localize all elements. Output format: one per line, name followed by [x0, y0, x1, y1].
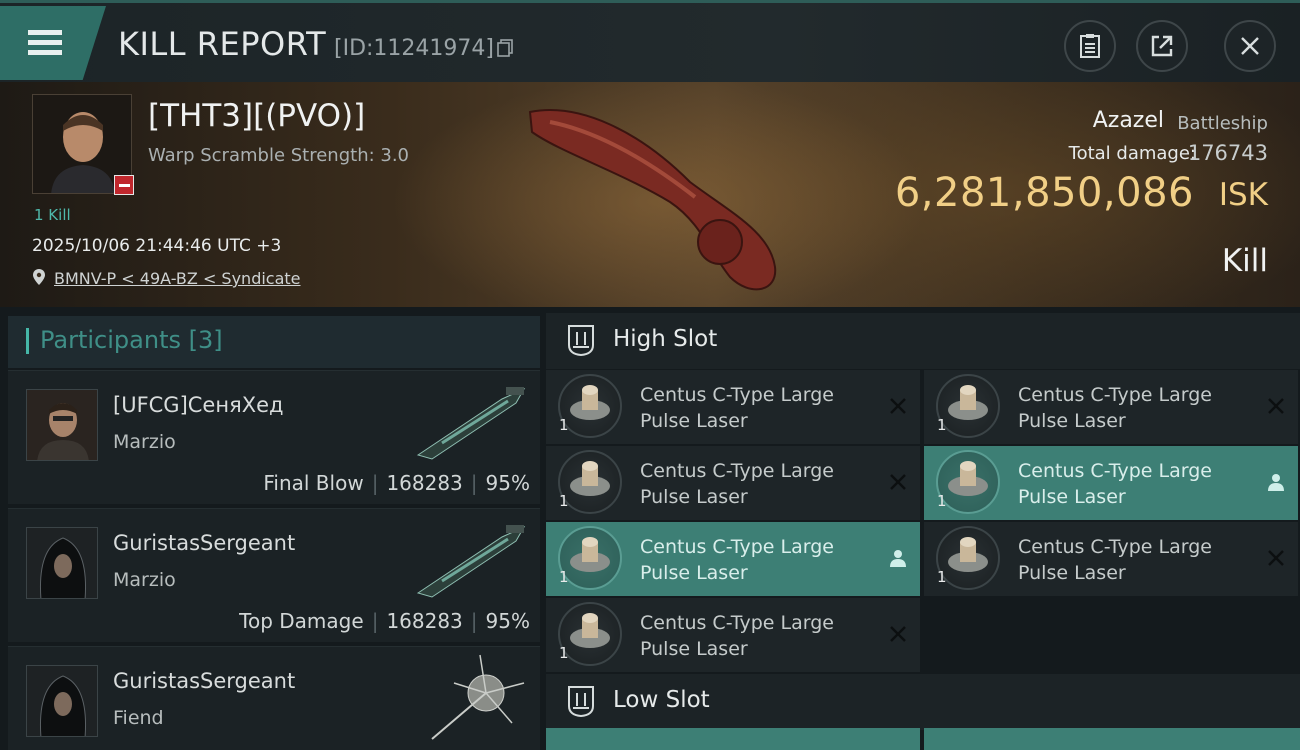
participant-ship-image: [416, 525, 526, 598]
avatar: [26, 665, 98, 737]
module-name: Centus C-Type Large Pulse Laser: [1018, 384, 1212, 432]
low-slot-module-partial[interactable]: [546, 728, 920, 750]
high-slot-header: High Slot: [546, 313, 1300, 369]
share-icon: [1151, 35, 1173, 57]
page-title: KILL REPORT: [118, 25, 327, 63]
dropped-person-icon: [890, 550, 906, 567]
participants-title: Participants [3]: [40, 326, 223, 354]
destroyed-x-icon: [890, 474, 906, 490]
isk-value: 6,281,850,086: [894, 170, 1194, 216]
participant-damage: 168283: [386, 471, 463, 495]
module-item[interactable]: 1 Centus C-Type Large Pulse Laser: [924, 370, 1298, 444]
copy-icon[interactable]: [497, 39, 513, 57]
report-id: [ID:11241974]: [334, 36, 494, 61]
module-item[interactable]: 1 Centus C-Type Large Pulse Laser: [546, 598, 920, 672]
avatar: [26, 527, 98, 599]
module-quantity: 1: [937, 568, 947, 586]
isk-unit: ISK: [1218, 177, 1268, 213]
module-quantity: 1: [937, 416, 947, 434]
module-item[interactable]: 1 Centus C-Type Large Pulse Laser: [924, 522, 1298, 596]
participant-card[interactable]: GuristasSergeant Fiend: [8, 646, 540, 750]
module-name: Centus C-Type Large Pulse Laser: [640, 460, 834, 508]
participant-name: GuristasSergeant: [113, 531, 296, 555]
avatar: [26, 389, 98, 461]
participant-role: Final Blow: [263, 471, 364, 495]
participant-name: GuristasSergeant: [113, 669, 296, 693]
slot-icon: [568, 686, 594, 718]
clipboard-button[interactable]: [1064, 20, 1116, 72]
low-slot-label: Low Slot: [613, 687, 710, 713]
menu-icon-bar: [28, 40, 62, 45]
module-name: Centus C-Type Large Pulse Laser: [1018, 460, 1212, 508]
kill-count: 1 Kill: [34, 206, 71, 224]
location-link[interactable]: BMNV-P < 49A-BZ < Syndicate: [54, 269, 301, 288]
destroyed-x-icon: [1268, 550, 1284, 566]
module-item[interactable]: 1 Centus C-Type Large Pulse Laser: [924, 446, 1298, 520]
kill-datetime: 2025/10/06 21:44:46 UTC +3: [32, 236, 282, 256]
menu-icon: [28, 30, 62, 35]
low-slot-header: Low Slot: [546, 674, 1300, 730]
ship-class: Battleship: [1177, 113, 1268, 134]
participant-damage: 168283: [386, 609, 463, 633]
module-name: Centus C-Type Large Pulse Laser: [640, 612, 834, 660]
participant-stats: Top Damage | 168283 | 95%: [239, 609, 530, 633]
slot-icon: [568, 325, 594, 357]
participants-label: Participants: [40, 326, 181, 354]
close-button[interactable]: [1224, 20, 1276, 72]
module-item[interactable]: 1 Centus C-Type Large Pulse Laser: [546, 446, 920, 520]
share-button[interactable]: [1136, 20, 1188, 72]
module-name: Centus C-Type Large Pulse Laser: [640, 536, 834, 584]
participant-percent: 95%: [485, 609, 530, 633]
result-label: Kill: [1221, 243, 1268, 279]
participant-card[interactable]: GuristasSergeant Marzio Top Damage | 16828…: [8, 508, 540, 642]
clipboard-icon: [1080, 34, 1100, 58]
total-damage-value: 176743: [1187, 141, 1268, 165]
participant-name: [UFCG]СеняХед: [113, 393, 284, 417]
participant-ship: Marzio: [113, 569, 176, 591]
menu-icon-bar: [28, 50, 62, 55]
participants-header[interactable]: Participants [3]: [8, 316, 540, 368]
dropped-person-icon: [1268, 474, 1284, 491]
kill-banner: [THT3][(PVO)] Warp Scramble Strength: 3.…: [0, 82, 1300, 307]
participant-ship: Fiend: [113, 707, 164, 729]
module-name: Centus C-Type Large Pulse Laser: [1018, 536, 1212, 584]
warp-scramble-strength: Warp Scramble Strength: 3.0: [148, 145, 410, 166]
hostile-badge: [114, 175, 134, 195]
participant-role: Top Damage: [239, 609, 364, 633]
participants-count: [3]: [188, 326, 223, 354]
destroyed-x-icon: [890, 398, 906, 414]
participant-percent: 95%: [485, 471, 530, 495]
module-quantity: 1: [559, 492, 569, 510]
hooded-portrait: [27, 666, 97, 736]
header-bar: KILL REPORT [ID:11241974]: [0, 0, 1300, 82]
participants-accent: [26, 328, 29, 354]
victim-ship-image: [528, 109, 777, 291]
ship-name[interactable]: Azazel: [1093, 108, 1164, 133]
participant-card[interactable]: [UFCG]СеняХед Marzio Final Blow | 168283 | 9…: [8, 370, 540, 504]
participant-ship: Marzio: [113, 431, 176, 453]
high-slot-label: High Slot: [613, 326, 718, 352]
participant-ship-image: [416, 387, 526, 460]
total-damage-label: Total damage:: [1068, 143, 1196, 164]
pilot-portrait: [27, 390, 97, 460]
destroyed-x-icon: [890, 626, 906, 642]
module-quantity: 1: [559, 416, 569, 434]
participant-ship-image: [431, 654, 525, 740]
participant-stats: Final Blow | 168283 | 95%: [263, 471, 530, 495]
module-quantity: 1: [559, 644, 569, 662]
low-slot-module-partial[interactable]: [924, 728, 1300, 750]
close-icon: [1241, 37, 1259, 55]
module-name: Centus C-Type Large Pulse Laser: [640, 384, 834, 432]
hooded-portrait: [27, 528, 97, 598]
module-item[interactable]: 1 Centus C-Type Large Pulse Laser: [546, 522, 920, 596]
module-item[interactable]: 1 Centus C-Type Large Pulse Laser: [546, 370, 920, 444]
module-quantity: 1: [559, 568, 569, 586]
location-pin-icon: [33, 269, 45, 285]
victim-name[interactable]: [THT3][(PVO)]: [148, 98, 365, 134]
menu-button[interactable]: [0, 6, 106, 80]
module-quantity: 1: [937, 492, 947, 510]
destroyed-x-icon: [1268, 398, 1284, 414]
